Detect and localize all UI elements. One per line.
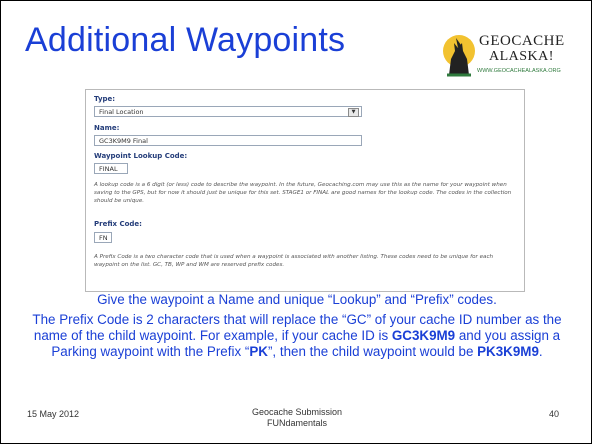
child-waypoint-id: PK3K9M9 [477,344,539,359]
footer-title-line2: FUNdamentals [266,418,328,428]
footer-title: Geocache Submission FUNdamentals [1,407,592,429]
paragraph-text-4: . [538,344,543,359]
lookup-code-help: A lookup code is a 6 digit (or less) cod… [94,182,512,204]
type-select-value: Final Location [99,108,144,116]
logo-text-geocache: GEOCACHE [479,33,565,49]
page-number: 40 [549,409,560,419]
lookup-code-label: Waypoint Lookup Code: [94,152,188,160]
type-select[interactable]: Final Location ▼ [94,106,362,117]
chevron-down-icon[interactable]: ▼ [348,108,359,117]
lookup-code-input[interactable]: FINAL [94,163,128,174]
prefix-code-help: A Prefix Code is a two character code th… [94,254,494,268]
type-label: Type: [94,95,116,103]
slide-title: Additional Waypoints [25,21,346,59]
name-label: Name: [94,124,120,132]
name-input[interactable]: GC3K9M9 Final [94,135,362,146]
waypoint-form-screenshot: Type: Final Location ▼ Name: GC3K9M9 Fin… [85,89,525,292]
prefix-code-label: Prefix Code: [94,220,142,228]
slide: Additional Waypoints GEOCACHE ALASKA! WW… [0,0,592,444]
paragraph-text-3: ”, then the child waypoint would be [267,344,478,359]
footer-title-line1: Geocache Submission [251,407,343,417]
caption: Give the waypoint a Name and unique “Loo… [97,292,497,307]
prefix-example: PK [249,344,268,359]
logo-text-alaska: ALASKA! [489,49,554,64]
logo-url: WWW.GEOCACHEALASKA.ORG [477,68,561,74]
prefix-code-input[interactable]: FN [94,232,112,243]
wolf-icon [443,35,475,77]
prefix-explanation: The Prefix Code is 2 characters that wil… [27,312,567,360]
cache-id: GC3K9M9 [391,328,456,343]
geocache-alaska-logo: GEOCACHE ALASKA! WWW.GEOCACHEALASKA.ORG [441,29,581,85]
